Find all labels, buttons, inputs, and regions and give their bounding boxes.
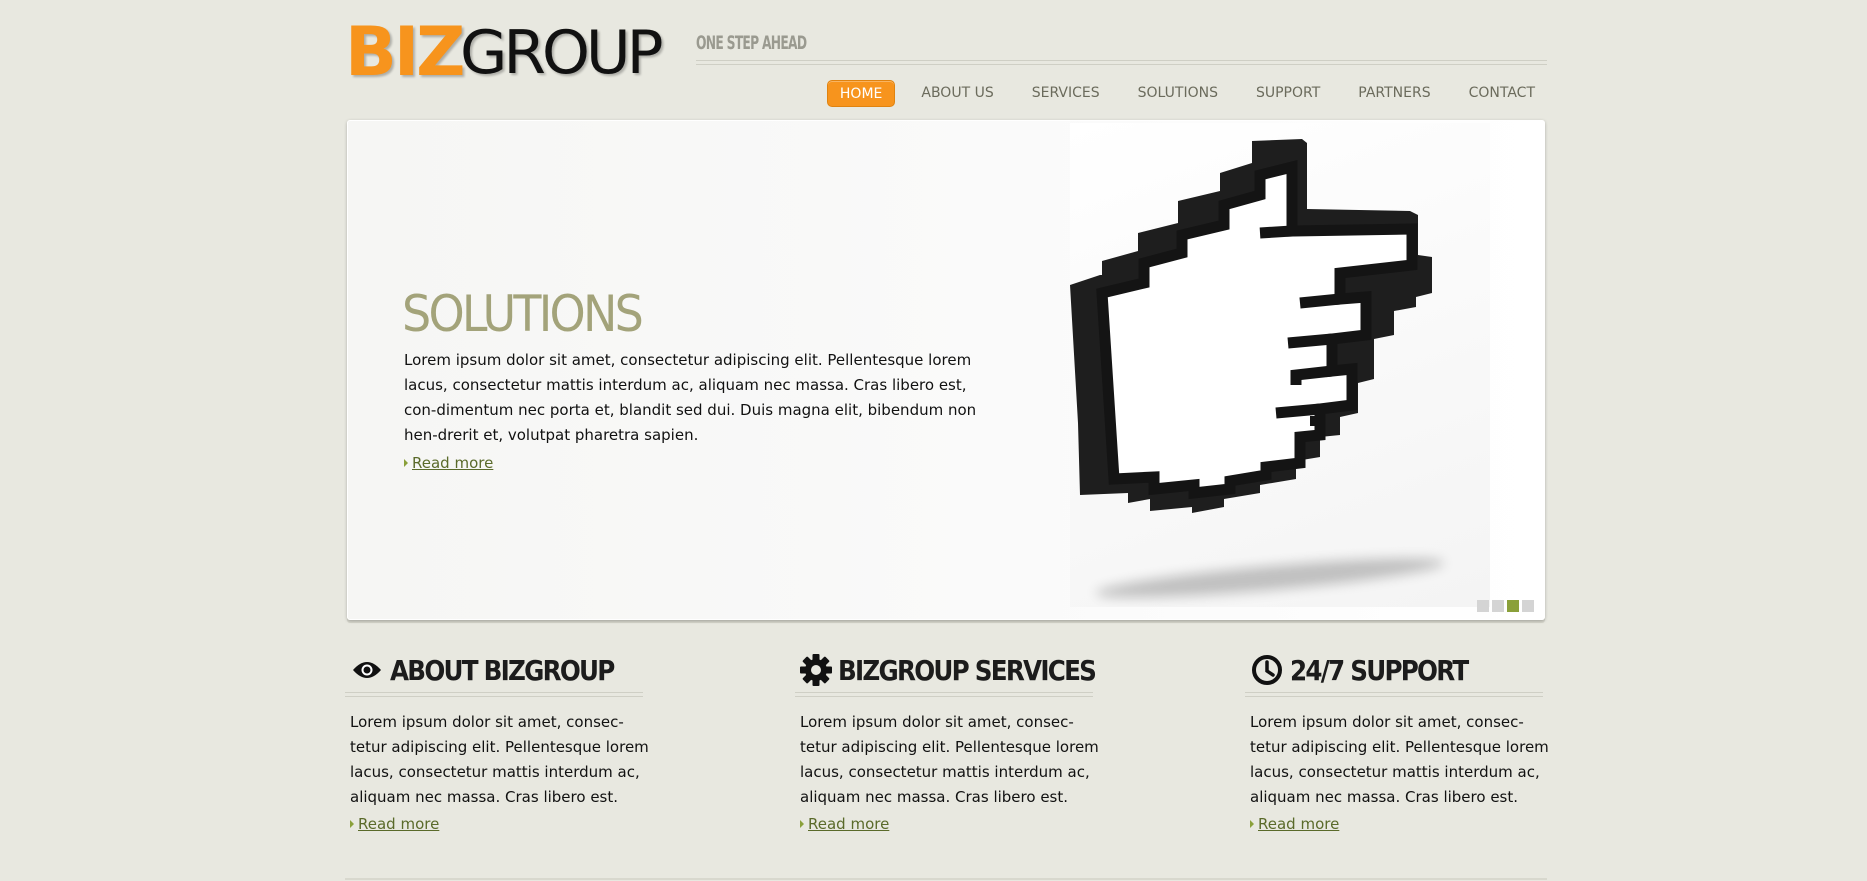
feature-header: 24/7 SUPPORT (1245, 650, 1545, 690)
nav-services[interactable]: SERVICES (1020, 80, 1112, 107)
feature-read-more-link[interactable]: Read more (358, 815, 439, 833)
slide-text: Lorem ipsum dolor sit amet, consectetur … (404, 351, 977, 444)
feature-read-more: Read more (350, 815, 645, 833)
gear-icon (800, 653, 832, 687)
pager-dot[interactable] (1492, 600, 1504, 612)
pager-dot[interactable] (1522, 600, 1534, 612)
divider (795, 692, 1093, 697)
logo[interactable]: BIZ GROUP (345, 13, 664, 92)
eye-icon (350, 653, 384, 687)
logo-biz: BIZ (345, 13, 465, 92)
slide-image (1070, 123, 1490, 607)
slider-pager (1477, 600, 1534, 612)
pointing-hand-cursor-icon (1070, 139, 1445, 598)
feature-text: Lorem ipsum dolor sit amet, consec-tetur… (1250, 713, 1549, 806)
arrow-right-icon (404, 459, 408, 467)
main-nav: HOME ABOUT US SERVICES SOLUTIONS SUPPORT… (813, 80, 1547, 107)
divider (345, 692, 643, 697)
feature-about: ABOUT BIZGROUP Lorem ipsum dolor sit ame… (345, 650, 649, 833)
feature-read-more-link[interactable]: Read more (808, 815, 889, 833)
nav-contact[interactable]: CONTACT (1457, 80, 1547, 107)
arrow-right-icon (800, 820, 804, 828)
hero-slider: SOLUTIONS Lorem ipsum dolor sit amet, co… (347, 120, 1545, 620)
feature-text: Lorem ipsum dolor sit amet, consec-tetur… (800, 713, 1099, 806)
slide-read-more: Read more (404, 454, 493, 472)
slide-read-more-link[interactable]: Read more (412, 454, 493, 472)
feature-text: Lorem ipsum dolor sit amet, consec-tetur… (350, 713, 649, 806)
pager-dot-active[interactable] (1507, 600, 1519, 612)
nav-partners[interactable]: PARTNERS (1346, 80, 1442, 107)
feature-read-more-link[interactable]: Read more (1258, 815, 1339, 833)
feature-header: BIZGROUP SERVICES (795, 650, 1097, 690)
page-wrapper: BIZ GROUP ONE STEP AHEAD HOME ABOUT US S… (345, 0, 1549, 881)
feature-read-more: Read more (1250, 815, 1545, 833)
feature-title: 24/7 SUPPORT (1290, 653, 1469, 687)
logo-group: GROUP (460, 18, 663, 88)
feature-services: BIZGROUP SERVICES Lorem ipsum dolor sit … (795, 650, 1099, 833)
slide-title: SOLUTIONS (402, 285, 644, 343)
nav-home[interactable]: HOME (826, 80, 896, 107)
feature-title: ABOUT BIZGROUP (390, 653, 615, 687)
nav-solutions[interactable]: SOLUTIONS (1126, 80, 1230, 107)
arrow-right-icon (1250, 820, 1254, 828)
footer-divider (345, 878, 1547, 880)
pager-dot[interactable] (1477, 600, 1489, 612)
divider (1245, 692, 1543, 697)
feature-title: BIZGROUP SERVICES (838, 653, 1097, 687)
nav-support[interactable]: SUPPORT (1244, 80, 1332, 107)
feature-support: 24/7 SUPPORT Lorem ipsum dolor sit amet,… (1245, 650, 1549, 833)
clock-icon (1250, 653, 1284, 687)
arrow-right-icon (350, 820, 354, 828)
header-divider (696, 60, 1547, 65)
nav-about-us[interactable]: ABOUT US (909, 80, 1005, 107)
feature-header: ABOUT BIZGROUP (345, 650, 645, 690)
feature-read-more: Read more (800, 815, 1095, 833)
tagline: ONE STEP AHEAD (696, 32, 807, 54)
